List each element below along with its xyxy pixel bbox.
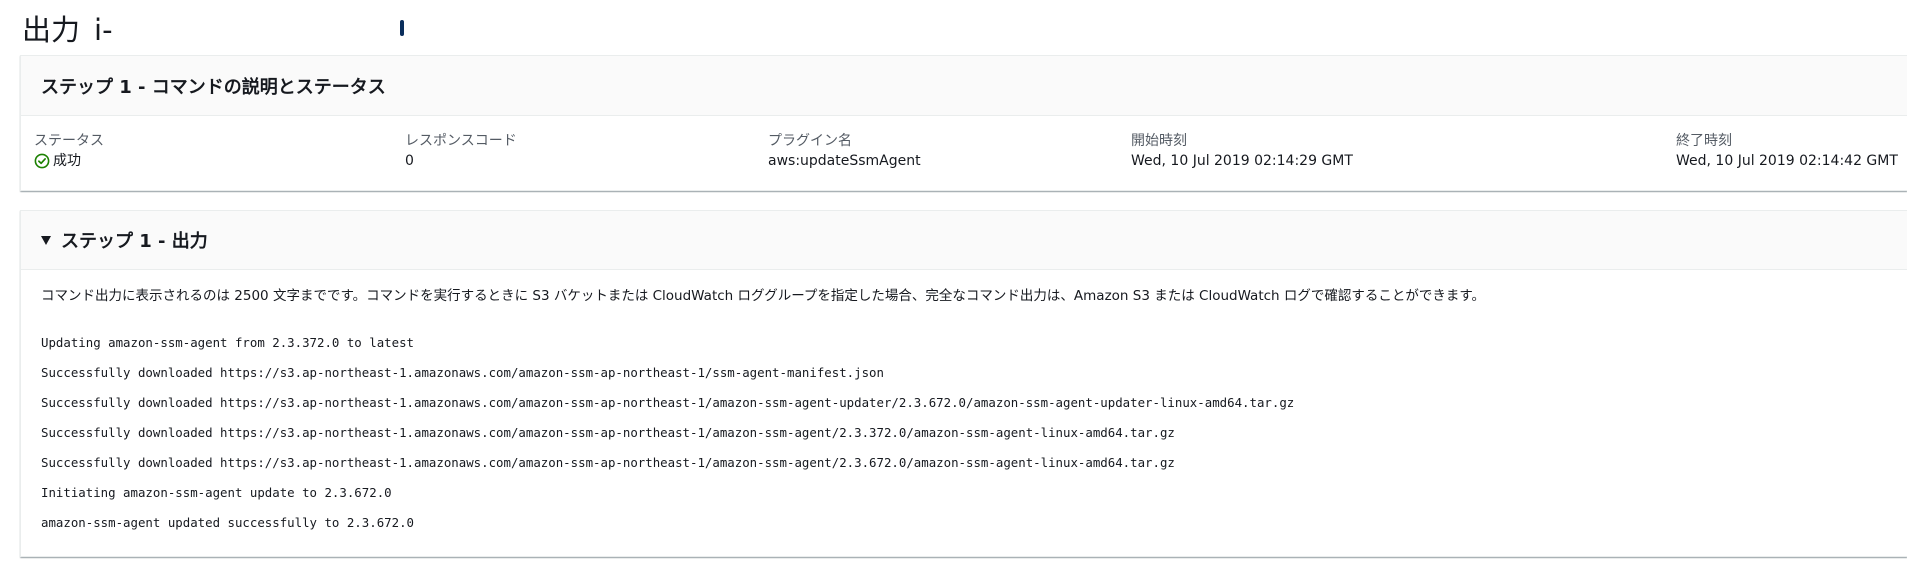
response-code-field: レスポンスコード 0 — [405, 131, 517, 171]
status-label: ステータス — [34, 133, 104, 149]
end-time-label: 終了時刻 — [1676, 133, 1732, 149]
status-value: 成功 — [34, 151, 104, 171]
plugin-name-field: プラグイン名 aws:updateSsmAgent — [768, 131, 921, 171]
status-field: ステータス 成功 — [34, 131, 104, 171]
instance-id: i- — [94, 13, 113, 47]
log-line: Successfully downloaded https://s3.ap-no… — [41, 365, 884, 380]
log-line: Successfully downloaded https://s3.ap-no… — [41, 455, 1175, 470]
check-circle-icon — [34, 153, 50, 169]
step-status-panel: ステップ 1 - コマンドの説明とステータス ステータス 成功 レスポンスコード… — [20, 55, 1907, 191]
start-time-label: 開始時刻 — [1131, 133, 1187, 149]
step-output-header[interactable]: ステップ 1 - 出力 — [21, 211, 1907, 270]
response-code-label: レスポンスコード — [405, 133, 517, 149]
response-code-value: 0 — [405, 153, 414, 169]
plugin-name-value: aws:updateSsmAgent — [768, 153, 921, 169]
start-time-value: Wed, 10 Jul 2019 02:14:29 GMT — [1131, 153, 1353, 169]
command-output-page: 出力 i- ステップ 1 - コマンドの説明とステータス ステータス 成功 レスポ… — [0, 0, 1907, 564]
log-line: Initiating amazon-ssm-agent update to 2.… — [41, 485, 392, 500]
end-time-field: 終了時刻 Wed, 10 Jul 2019 02:14:42 GMT — [1676, 131, 1898, 171]
log-line: Successfully downloaded https://s3.ap-no… — [41, 425, 1175, 440]
step-output-body: コマンド出力に表示されるのは 2500 文字までです。コマンドを実行するときに … — [41, 286, 1897, 538]
end-time-value: Wed, 10 Jul 2019 02:14:42 GMT — [1676, 153, 1898, 169]
step-status-title: ステップ 1 - コマンドの説明とステータス — [41, 76, 386, 98]
plugin-name-label: プラグイン名 — [768, 133, 852, 149]
page-title: 出力 i- — [22, 10, 404, 50]
log-line: Successfully downloaded https://s3.ap-no… — [41, 395, 1295, 410]
step-status-header: ステップ 1 - コマンドの説明とステータス — [21, 56, 1907, 116]
output-limit-note: コマンド出力に表示されるのは 2500 文字までです。コマンドを実行するときに … — [41, 288, 1486, 304]
step-output-title: ステップ 1 - 出力 — [61, 231, 208, 252]
step-output-panel: ステップ 1 - 出力 コマンド出力に表示されるのは 2500 文字までです。コ… — [20, 210, 1907, 557]
redaction-mark — [400, 20, 404, 36]
caret-down-icon[interactable] — [41, 235, 51, 245]
command-output-log: Updating amazon-ssm-agent from 2.3.372.0… — [41, 328, 1897, 538]
log-line: amazon-ssm-agent updated successfully to… — [41, 515, 414, 530]
start-time-field: 開始時刻 Wed, 10 Jul 2019 02:14:29 GMT — [1131, 131, 1353, 171]
status-value-text: 成功 — [53, 153, 81, 169]
page-title-prefix: 出力 — [22, 13, 81, 47]
log-line: Updating amazon-ssm-agent from 2.3.372.0… — [41, 335, 414, 350]
